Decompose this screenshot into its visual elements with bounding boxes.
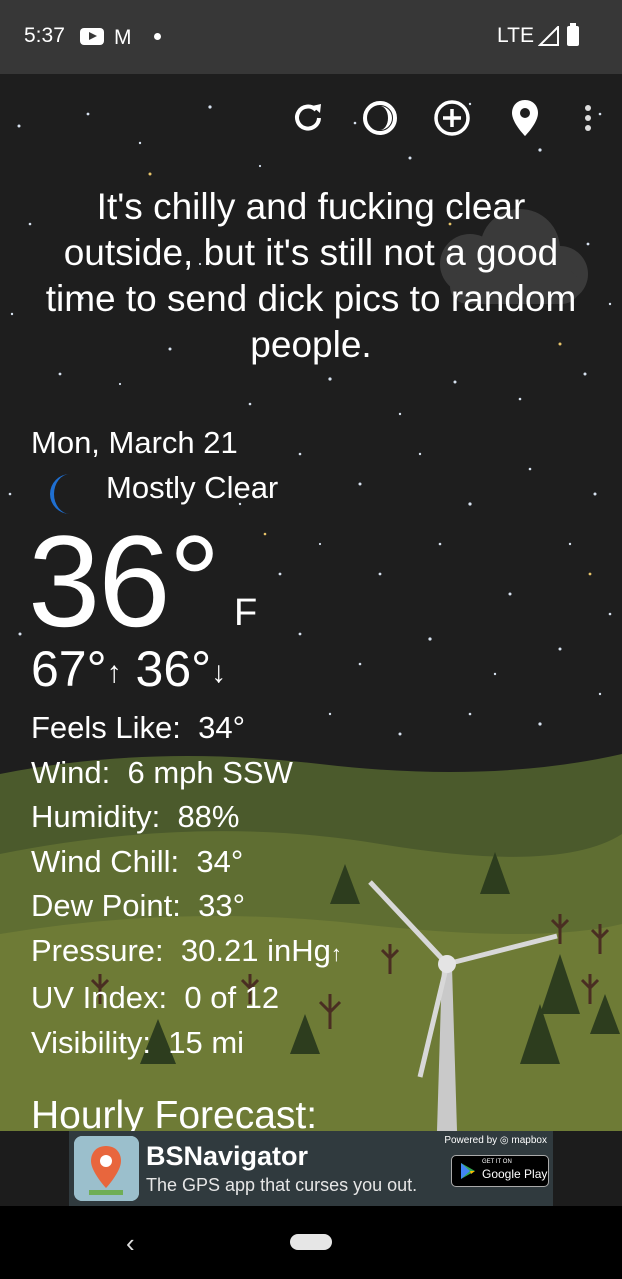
battery-icon [567,23,579,46]
more-vert-icon[interactable] [566,96,610,140]
theme-icon[interactable] [358,96,402,140]
ad-banner[interactable]: BSNavigator The GPS app that curses you … [69,1131,553,1206]
detail-wind: Wind: 6 mph SSW [31,754,293,790]
weather-headline: It's chilly and fucking clear outside, b… [45,186,577,365]
high-low-temps: 67°↑ 36°↓ [31,640,226,698]
system-nav-bar: ‹ [0,1206,622,1279]
condition-text: Mostly Clear [106,470,279,505]
detail-pressure: Pressure: 30.21 inHg↑ [31,932,342,968]
high-arrow-icon: ↑ [106,656,122,689]
low-temp: 36° [135,641,212,697]
ad-powered-by: Powered by ◎ mapbox [444,1135,547,1146]
ad-app-name: BSNavigator [146,1141,309,1171]
temperature-unit: F [234,592,258,634]
app-icon [74,1136,139,1201]
detail-dew-point: Dew Point: 33° [31,888,246,923]
play-store-icon [461,1163,475,1179]
location-pin-icon[interactable] [503,96,547,140]
add-location-icon[interactable] [430,96,474,140]
refresh-icon[interactable] [286,96,330,140]
low-arrow-icon: ↓ [211,656,227,689]
weather-details: Feels Like: 34° Wind: 6 mph SSW Humidity… [31,706,342,1065]
gmail-icon: M [114,26,132,49]
back-icon[interactable]: ‹ [126,1228,135,1259]
high-temp: 67° [31,641,107,697]
detail-visibility: Visibility: 15 mi [31,1024,245,1060]
notification-dot-icon [154,33,161,40]
home-pill[interactable] [290,1234,332,1250]
toolbar [0,96,622,140]
ad-tagline: The GPS app that curses you out. [146,1175,418,1195]
status-bar: 5:37 M LTE [0,0,622,74]
network-label: LTE [497,24,534,47]
google-play-badge[interactable]: GET IT ON Google Play [451,1155,549,1187]
pressure-trend-icon: ↑ [330,940,342,966]
detail-feels-like: Feels Like: 34° [31,710,246,745]
current-temperature: 36° [28,508,221,654]
youtube-icon [80,28,104,45]
detail-humidity: Humidity: 88% [31,799,240,834]
detail-uv-index: UV Index: 0 of 12 [31,980,280,1015]
signal-icon [538,26,559,46]
detail-wind-chill: Wind Chill: 34° [31,843,244,879]
status-time: 5:37 [24,24,65,47]
forecast-date: Mon, March 21 [31,425,238,460]
